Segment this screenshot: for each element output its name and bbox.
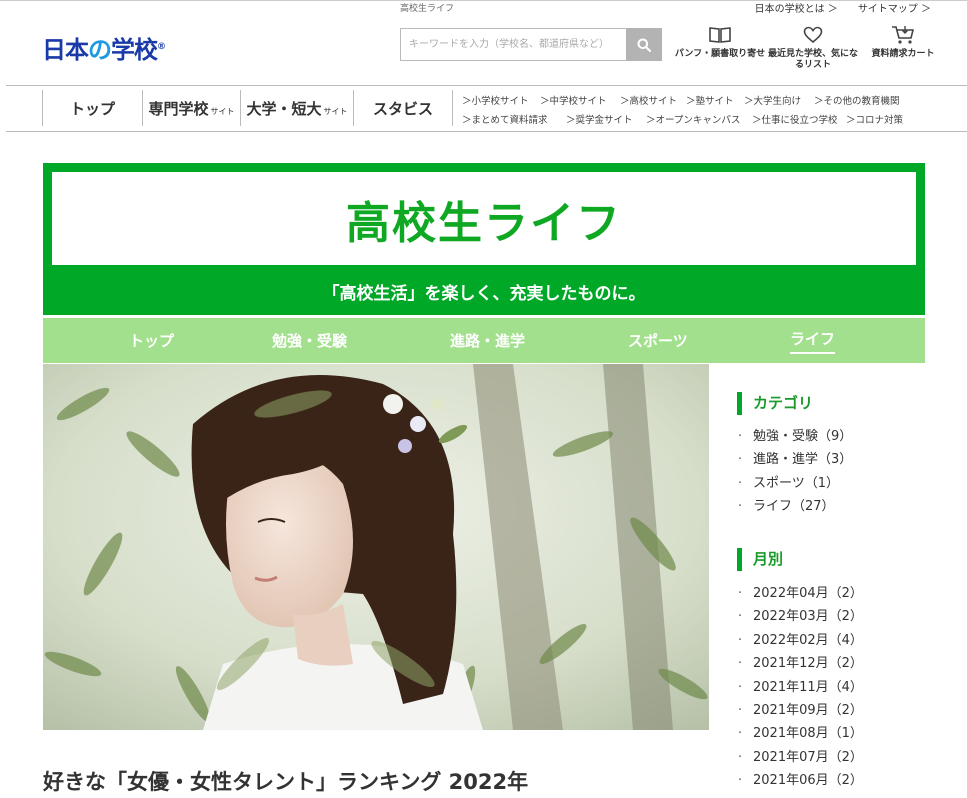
- category-item[interactable]: · 勉強・受験（9）: [738, 425, 852, 448]
- tab-study[interactable]: 勉強・受験: [272, 330, 347, 351]
- tab-life[interactable]: ライフ: [790, 328, 836, 354]
- category-item[interactable]: · 進路・進学（3）: [738, 448, 852, 471]
- month-item[interactable]: · 2021年08月（1）: [738, 722, 863, 745]
- search-button[interactable]: [626, 28, 662, 61]
- sub-nav-link[interactable]: ＞中学校サイト: [540, 93, 620, 107]
- main-nav-top[interactable]: トップ: [42, 90, 142, 126]
- sub-nav-link[interactable]: ＞塾サイト: [686, 93, 744, 107]
- sitemap-link[interactable]: サイトマップ ＞: [858, 0, 931, 15]
- logo-mark: ®: [157, 42, 166, 52]
- cart-label: 資料請求カート: [871, 49, 935, 59]
- search-icon: [637, 38, 651, 52]
- bullet: ·: [738, 429, 743, 444]
- monthly-list: · 2022年04月（2） · 2022年03月（2） · 2022年02月（4） ·…: [738, 582, 863, 793]
- favorites-label: 最近見た学校、気になるリスト: [768, 49, 859, 70]
- main-nav: トップ 専門学校 サイト 大学・短大 サイト スタビス: [42, 90, 453, 126]
- site-banner: 高校生ライフ 「高校生活」を楽しく、充実したものに。: [43, 163, 925, 315]
- sub-nav-link[interactable]: ＞奨学金サイト: [566, 112, 646, 126]
- bullet: ·: [738, 679, 743, 695]
- sub-nav: ＞小学校サイト ＞中学校サイト ＞高校サイト ＞塾サイト ＞大学生向け ＞その他…: [462, 90, 942, 128]
- nav-divider-top: [6, 85, 967, 86]
- search-box: [400, 28, 662, 61]
- main-nav-stabis[interactable]: スタビス: [353, 90, 453, 126]
- header-icons: パンフ・願書取り寄せ 最近見た学校、気になるリスト 資料請求カート: [672, 24, 948, 71]
- tab-sports[interactable]: スポーツ: [628, 330, 688, 351]
- logo-text-3: 学校: [111, 36, 158, 64]
- logo-text-1: 日本: [42, 36, 89, 64]
- monthly-heading: 月別: [737, 548, 927, 571]
- sub-nav-link[interactable]: ＞オープンキャンパス: [646, 112, 752, 126]
- bullet: ·: [738, 656, 743, 672]
- sub-nav-link[interactable]: ＞大学生向け: [744, 93, 814, 107]
- category-nav: トップ 勉強・受験 進路・進学 スポーツ ライフ: [43, 318, 925, 363]
- article-hero-image[interactable]: [43, 364, 709, 730]
- category-list: · 勉強・受験（9） · 進路・進学（3） · スポーツ（1） · ライフ（27）: [738, 425, 852, 519]
- sub-nav-link[interactable]: ＞仕事に役立つ学校: [752, 112, 846, 126]
- nav-divider-bottom: [6, 131, 967, 132]
- bullet: ·: [738, 702, 743, 718]
- month-item[interactable]: · 2021年09月（2）: [738, 699, 863, 722]
- banner-title-box: 高校生ライフ: [52, 172, 916, 265]
- site-logo[interactable]: 日本の学校®: [42, 30, 166, 65]
- top-links: 日本の学校とは ＞ サイトマップ ＞: [755, 0, 931, 15]
- month-item[interactable]: · 2022年02月（4）: [738, 629, 863, 652]
- tab-top[interactable]: トップ: [129, 330, 174, 351]
- bullet: ·: [738, 609, 743, 625]
- about-link[interactable]: 日本の学校とは ＞: [755, 0, 838, 15]
- pamphlet-label: パンフ・願書取り寄せ: [674, 49, 766, 59]
- bullet: ·: [738, 726, 743, 742]
- bullet: ·: [738, 586, 743, 601]
- bullet: ·: [738, 773, 743, 789]
- search-input[interactable]: [400, 28, 626, 61]
- categories-heading: カテゴリ: [737, 392, 927, 415]
- main-nav-vocational[interactable]: 専門学校 サイト: [142, 90, 240, 126]
- hero-photo: [43, 364, 709, 730]
- bullet: ·: [738, 452, 743, 468]
- book-icon: [709, 27, 731, 43]
- month-item[interactable]: · 2022年03月（2）: [738, 605, 863, 628]
- favorites-button[interactable]: 最近見た学校、気になるリスト: [768, 24, 858, 71]
- cart-button[interactable]: 資料請求カート: [858, 24, 948, 71]
- heart-icon: [803, 26, 823, 44]
- cart-icon: [892, 26, 915, 44]
- sub-nav-link[interactable]: ＞高校サイト: [620, 93, 686, 107]
- sub-nav-link[interactable]: ＞コロナ対策: [846, 112, 903, 126]
- bullet: ·: [738, 632, 743, 648]
- bullet: ·: [738, 499, 743, 515]
- tab-career[interactable]: 進路・進学: [450, 330, 525, 351]
- month-item[interactable]: · 2021年11月（4）: [738, 676, 863, 699]
- bullet: ·: [738, 475, 743, 491]
- site-label: 高校生ライフ: [400, 4, 455, 14]
- category-item[interactable]: · スポーツ（1）: [738, 472, 852, 495]
- sub-nav-link[interactable]: ＞その他の教育機関: [814, 93, 900, 107]
- article-title[interactable]: 好きな「女優・女性タレント」ランキング 2022年: [43, 766, 528, 796]
- sub-nav-link[interactable]: ＞まとめて資料請求: [462, 112, 566, 126]
- pamphlet-button[interactable]: パンフ・願書取り寄せ: [672, 24, 768, 71]
- month-item[interactable]: · 2022年04月（2）: [738, 582, 863, 605]
- main-nav-university[interactable]: 大学・短大 サイト: [240, 90, 353, 126]
- sub-nav-link[interactable]: ＞小学校サイト: [462, 93, 540, 107]
- month-item[interactable]: · 2021年12月（2）: [738, 652, 863, 675]
- bullet: ·: [738, 749, 743, 765]
- category-item[interactable]: · ライフ（27）: [738, 495, 852, 518]
- month-item[interactable]: · 2021年06月（2）: [738, 769, 863, 792]
- banner-tagline: 「高校生活」を楽しく、充実したものに。: [322, 284, 646, 304]
- banner-title[interactable]: 高校生ライフ: [346, 187, 622, 251]
- logo-text-2: の: [88, 36, 112, 64]
- month-item[interactable]: · 2021年07月（2）: [738, 746, 863, 769]
